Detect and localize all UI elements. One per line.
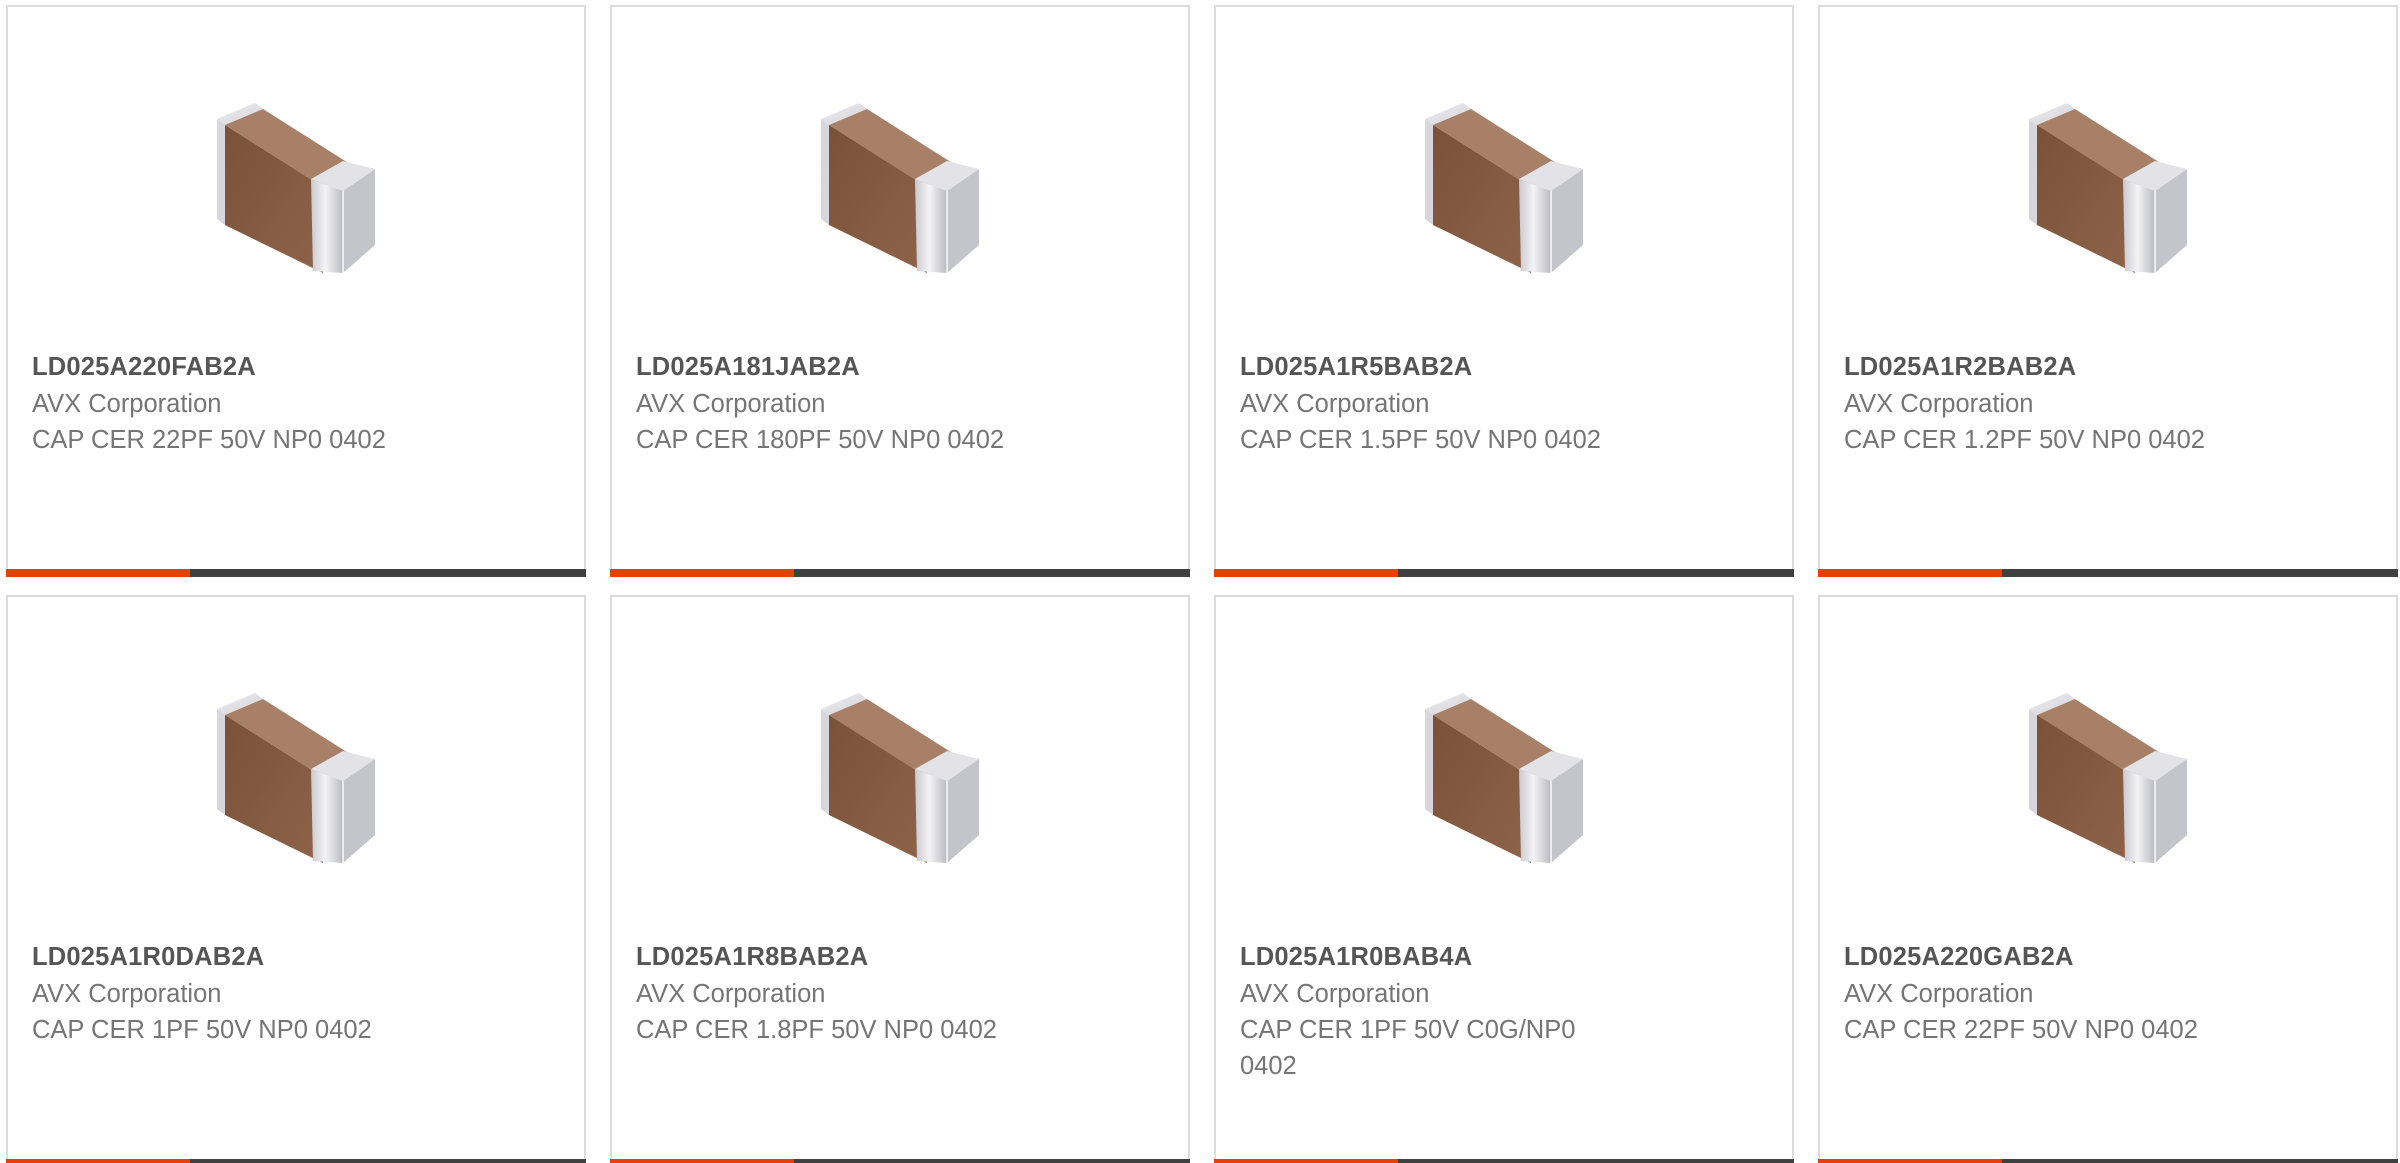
card-accent-bar: [610, 1159, 794, 1163]
card-accent-bar: [1818, 1159, 2002, 1163]
manufacturer: AVX Corporation: [1240, 980, 1430, 1008]
product-description: CAP CER 1PF 50V NP0 0402: [32, 1016, 372, 1044]
product-info: LD025A1R0DAB2A AVX Corporation CAP CER 1…: [32, 939, 462, 1048]
card-footer-bar: [6, 1159, 586, 1163]
product-description: CAP CER 1.5PF 50V NP0 0402: [1240, 426, 1601, 454]
part-number[interactable]: LD025A1R5BAB2A: [1240, 349, 1670, 386]
manufacturer: AVX Corporation: [636, 390, 826, 418]
part-number[interactable]: LD025A181JAB2A: [636, 349, 1066, 386]
card-accent-bar: [1818, 569, 2002, 577]
card-footer-bar: [610, 569, 1190, 577]
part-number[interactable]: LD025A1R0DAB2A: [32, 939, 462, 976]
product-info: LD025A1R0BAB4A AVX Corporation CAP CER 1…: [1240, 939, 1620, 1084]
chip-capacitor-icon: [2005, 667, 2209, 871]
part-number[interactable]: LD025A220GAB2A: [1844, 939, 2274, 976]
product-info: LD025A220FAB2A AVX Corporation CAP CER 2…: [32, 349, 462, 458]
product-description: CAP CER 22PF 50V NP0 0402: [32, 426, 386, 454]
part-number[interactable]: LD025A1R8BAB2A: [636, 939, 1066, 976]
product-card[interactable]: LD025A1R0DAB2A AVX Corporation CAP CER 1…: [6, 595, 586, 1163]
chip-capacitor-icon: [1401, 667, 1605, 871]
product-card[interactable]: LD025A1R0BAB4A AVX Corporation CAP CER 1…: [1214, 595, 1794, 1163]
card-footer-bar: [610, 1159, 1190, 1163]
product-description: CAP CER 180PF 50V NP0 0402: [636, 426, 1005, 454]
manufacturer: AVX Corporation: [636, 980, 826, 1008]
product-card[interactable]: LD025A181JAB2A AVX Corporation CAP CER 1…: [610, 5, 1190, 577]
card-accent-bar: [1214, 1159, 1398, 1163]
product-info: LD025A220GAB2A AVX Corporation CAP CER 2…: [1844, 939, 2274, 1048]
product-card[interactable]: LD025A1R2BAB2A AVX Corporation CAP CER 1…: [1818, 5, 2398, 577]
product-info: LD025A1R8BAB2A AVX Corporation CAP CER 1…: [636, 939, 1066, 1048]
chip-capacitor-icon: [193, 77, 397, 281]
card-footer-bar: [6, 569, 586, 577]
product-card[interactable]: LD025A220GAB2A AVX Corporation CAP CER 2…: [1818, 595, 2398, 1163]
card-accent-bar: [610, 569, 794, 577]
card-accent-bar: [1214, 569, 1398, 577]
product-info: LD025A181JAB2A AVX Corporation CAP CER 1…: [636, 349, 1066, 458]
part-number[interactable]: LD025A1R0BAB4A: [1240, 939, 1620, 976]
card-footer-bar: [1818, 1159, 2398, 1163]
chip-capacitor-icon: [193, 667, 397, 871]
card-accent-bar: [6, 1159, 190, 1163]
manufacturer: AVX Corporation: [32, 390, 222, 418]
product-description: CAP CER 1.2PF 50V NP0 0402: [1844, 426, 2205, 454]
manufacturer: AVX Corporation: [1844, 390, 2034, 418]
product-card[interactable]: LD025A1R5BAB2A AVX Corporation CAP CER 1…: [1214, 5, 1794, 577]
chip-capacitor-icon: [797, 667, 1001, 871]
chip-capacitor-icon: [1401, 77, 1605, 281]
chip-capacitor-icon: [2005, 77, 2209, 281]
manufacturer: AVX Corporation: [1844, 980, 2034, 1008]
card-footer-bar: [1214, 569, 1794, 577]
product-description: CAP CER 22PF 50V NP0 0402: [1844, 1016, 2198, 1044]
card-accent-bar: [6, 569, 190, 577]
product-card[interactable]: LD025A1R8BAB2A AVX Corporation CAP CER 1…: [610, 595, 1190, 1163]
manufacturer: AVX Corporation: [1240, 390, 1430, 418]
product-description: CAP CER 1PF 50V C0G/NP0 0402: [1240, 1016, 1576, 1080]
manufacturer: AVX Corporation: [32, 980, 222, 1008]
product-grid: LD025A220FAB2A AVX Corporation CAP CER 2…: [0, 0, 2400, 1163]
chip-capacitor-icon: [797, 77, 1001, 281]
part-number[interactable]: LD025A1R2BAB2A: [1844, 349, 2274, 386]
product-description: CAP CER 1.8PF 50V NP0 0402: [636, 1016, 997, 1044]
card-footer-bar: [1818, 569, 2398, 577]
product-info: LD025A1R2BAB2A AVX Corporation CAP CER 1…: [1844, 349, 2274, 458]
part-number[interactable]: LD025A220FAB2A: [32, 349, 462, 386]
card-footer-bar: [1214, 1159, 1794, 1163]
product-info: LD025A1R5BAB2A AVX Corporation CAP CER 1…: [1240, 349, 1670, 458]
product-card[interactable]: LD025A220FAB2A AVX Corporation CAP CER 2…: [6, 5, 586, 577]
